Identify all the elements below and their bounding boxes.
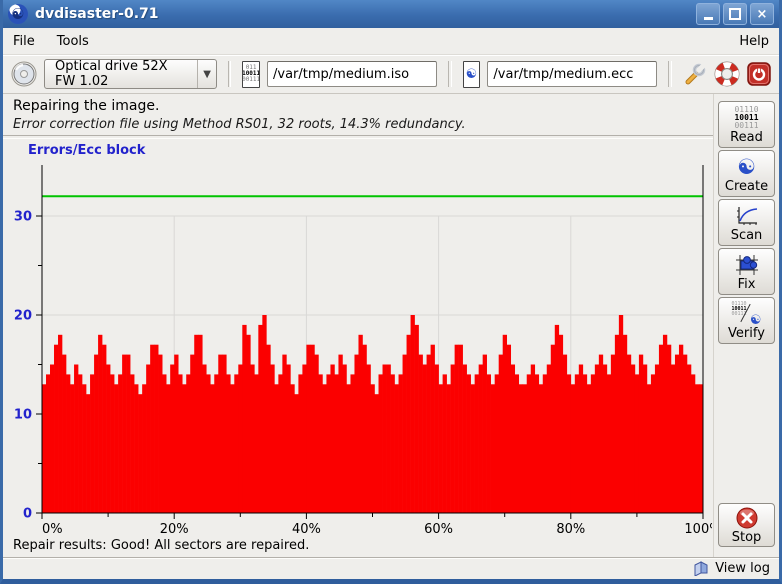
svg-text:40%: 40% xyxy=(292,522,321,537)
menu-bar: File Tools Help xyxy=(3,28,779,55)
svg-text:0%: 0% xyxy=(42,522,63,537)
minimize-icon xyxy=(704,17,713,20)
svg-text:20: 20 xyxy=(14,309,32,324)
scan-chart-icon xyxy=(734,203,760,229)
svg-text:0: 0 xyxy=(23,507,32,522)
status-title: Repairing the image. xyxy=(13,97,703,116)
ecc-path-input[interactable] xyxy=(487,61,657,87)
close-icon: × xyxy=(757,7,768,22)
chart-area: 0 10 20 30 0% 20% 40% 60% 80% 100% Errors/Ecc bloc… xyxy=(3,139,713,537)
main-pane: Repairing the image. Error correction fi… xyxy=(3,94,713,557)
body-row: Repairing the image. Error correction fi… xyxy=(3,94,779,557)
maximize-icon xyxy=(729,8,741,20)
toolbar-separator xyxy=(668,61,672,87)
read-binary-icon: 01110 10011 00111 xyxy=(734,105,758,131)
chevron-down-icon: ▼ xyxy=(197,60,215,88)
create-yinyang-icon: ☯ xyxy=(737,154,756,180)
svg-text:100%: 100% xyxy=(684,522,712,537)
toolbar-separator xyxy=(228,61,232,87)
ecc-file-icon: ☯ xyxy=(463,61,481,88)
create-button[interactable]: ☯ Create xyxy=(718,150,775,197)
repair-results-text: Repair results: Good! All sectors are re… xyxy=(3,537,713,557)
fix-button[interactable]: Fix xyxy=(718,248,775,295)
iso-path-input[interactable] xyxy=(267,61,437,87)
toolbar-separator xyxy=(448,61,452,87)
status-subtitle: Error correction file using Method RS01,… xyxy=(13,116,703,133)
verify-button[interactable]: 01110 10011 00111 ☯ Verify xyxy=(718,297,775,344)
menu-tools[interactable]: Tools xyxy=(57,34,89,49)
action-button-column: 01110 10011 00111 Read ☯ Create xyxy=(713,94,779,557)
fix-puzzle-icon xyxy=(734,252,760,278)
svg-text:20%: 20% xyxy=(160,522,189,537)
maximize-button[interactable] xyxy=(723,3,747,25)
verify-compare-icon: 01110 10011 00111 ☯ xyxy=(732,301,762,327)
minimize-button[interactable] xyxy=(696,3,720,25)
svg-text:30: 30 xyxy=(14,210,32,225)
preferences-wrench-button[interactable] xyxy=(683,61,707,87)
window-title: dvdisaster-0.71 xyxy=(35,6,159,22)
svg-text:80%: 80% xyxy=(556,522,585,537)
menu-file[interactable]: File xyxy=(13,34,35,49)
stop-button[interactable]: Stop xyxy=(718,503,775,547)
iso-file-icon: 011 10011 00111 xyxy=(242,61,260,88)
view-log-link[interactable]: View log xyxy=(715,561,770,576)
help-lifebuoy-button[interactable] xyxy=(714,61,740,87)
optical-disc-icon xyxy=(11,61,37,87)
drive-selector-dropdown[interactable]: Optical drive 52X FW 1.02 ▼ xyxy=(44,59,217,89)
svg-text:60%: 60% xyxy=(424,522,453,537)
status-block: Repairing the image. Error correction fi… xyxy=(3,94,713,139)
read-button[interactable]: 01110 10011 00111 Read xyxy=(718,101,775,148)
footer-bar: View log xyxy=(3,557,779,579)
svg-text:Errors/Ecc block: Errors/Ecc block xyxy=(28,143,146,158)
app-yinyang-icon: ☯ xyxy=(8,4,28,24)
scan-button[interactable]: Scan xyxy=(718,199,775,246)
svg-text:10: 10 xyxy=(14,408,32,423)
quit-power-button[interactable] xyxy=(747,61,771,87)
view-log-icon xyxy=(693,561,710,576)
drive-selector-value: Optical drive 52X FW 1.02 xyxy=(55,59,187,89)
app-window: ☯ dvdisaster-0.71 × File Tools Help Opti… xyxy=(0,0,782,584)
title-bar[interactable]: ☯ dvdisaster-0.71 × xyxy=(3,0,779,28)
errors-per-ecc-block-chart: 0 10 20 30 0% 20% 40% 60% 80% 100% Errors/Ecc bloc… xyxy=(3,139,712,540)
menu-help[interactable]: Help xyxy=(739,34,769,49)
stop-icon xyxy=(735,505,759,531)
close-button[interactable]: × xyxy=(750,3,774,25)
toolbar: Optical drive 52X FW 1.02 ▼ 011 10011 00… xyxy=(3,55,779,94)
